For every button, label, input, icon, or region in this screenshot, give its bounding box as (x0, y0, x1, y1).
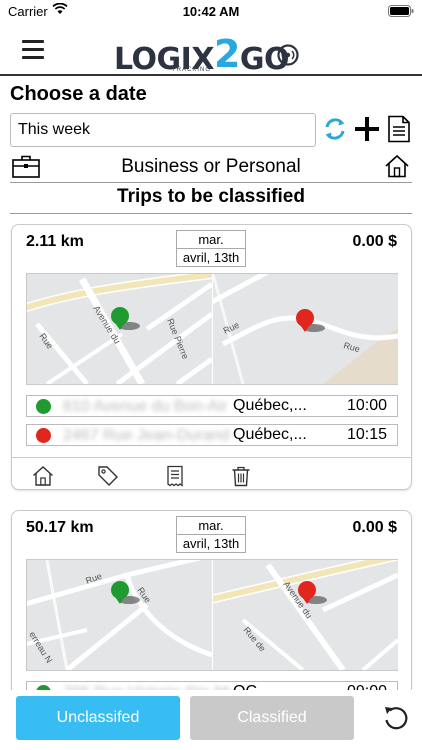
unclassified-button[interactable]: Unclassifed (16, 696, 180, 740)
map-street-label: erreau N (27, 630, 54, 665)
trip-date-box: mar. avril, 13th (176, 516, 246, 553)
add-trip-icon[interactable] (354, 116, 380, 142)
classification-filter: Business or Personal (10, 151, 412, 183)
end-map[interactable]: Rue Rue (213, 274, 398, 384)
trip-date-box: mar. avril, 13th (176, 230, 246, 267)
end-street: 2467 Rue Jean-Durand (63, 427, 230, 444)
trip-day: mar. (198, 232, 224, 247)
start-city: Québec,... (233, 397, 307, 414)
trip-distance: 2.11 km (26, 233, 84, 250)
trip-cost: 0.00 $ (352, 233, 397, 250)
report-icon[interactable] (386, 115, 412, 143)
tag-icon[interactable] (97, 465, 119, 487)
trip-date: avril, 13th (177, 248, 245, 266)
status-bar: Carrier 10:42 AM (0, 0, 422, 22)
undo-icon[interactable] (382, 704, 410, 732)
date-range-input[interactable] (10, 113, 316, 147)
start-address-row[interactable]: 810 Avenue du Bon-Air Québec,... 10:00 (26, 395, 398, 417)
menu-icon[interactable] (22, 40, 44, 60)
battery-icon (388, 5, 414, 20)
trip-actions (12, 457, 411, 489)
trips-section-title: Trips to be classified (10, 186, 412, 214)
trip-maps: Avenue du Rue Rue Pierre Rue Rue (26, 273, 398, 385)
trip-day: mar. (198, 518, 224, 533)
filter-label: Business or Personal (121, 156, 301, 177)
trash-icon[interactable] (230, 465, 252, 487)
refresh-icon[interactable] (322, 116, 348, 142)
trip-card[interactable]: 50.17 km mar. avril, 13th 0.00 $ Rue Rue… (11, 510, 412, 710)
trip-maps: Rue Rue erreau N Avenue du Rue de (26, 559, 398, 671)
clock-label: 10:42 AM (182, 4, 240, 19)
map-street-label: Rue (342, 340, 361, 354)
end-address-row[interactable]: 2467 Rue Jean-Durand Québec,... 10:15 (26, 424, 398, 446)
map-street-label: Rue Pierre (165, 317, 190, 361)
app-header: LOGIX2GO TRACKING (0, 22, 422, 77)
end-time: 10:15 (346, 426, 387, 443)
end-marker-icon (36, 428, 51, 443)
start-time: 10:00 (346, 397, 387, 414)
trip-date: avril, 13th (177, 534, 245, 552)
trip-card[interactable]: 2.11 km mar. avril, 13th 0.00 $ Avenue d… (11, 224, 412, 490)
map-street-label: Rue (37, 331, 55, 350)
choose-date-title: Choose a date (10, 83, 147, 105)
signal-icon (277, 44, 299, 66)
start-map[interactable]: Rue Rue erreau N (27, 560, 212, 670)
end-map[interactable]: Avenue du Rue de (213, 560, 398, 670)
trip-distance: 50.17 km (26, 519, 94, 536)
receipt-icon[interactable] (164, 465, 186, 487)
end-city: Québec,... (233, 426, 307, 443)
classification-tab-bar: Unclassifed Classified (0, 690, 422, 750)
start-map[interactable]: Avenue du Rue Rue Pierre (27, 274, 212, 384)
start-marker-icon (36, 399, 51, 414)
personal-home-icon[interactable] (32, 465, 54, 487)
logix2go-logo: LOGIX2GO TRACKING (114, 30, 310, 77)
home-icon[interactable] (384, 154, 410, 183)
start-street: 810 Avenue du Bon-Air (63, 398, 228, 415)
classified-button[interactable]: Classified (190, 696, 354, 740)
logo-tagline: TRACKING (172, 67, 212, 73)
trip-cost: 0.00 $ (352, 519, 397, 536)
